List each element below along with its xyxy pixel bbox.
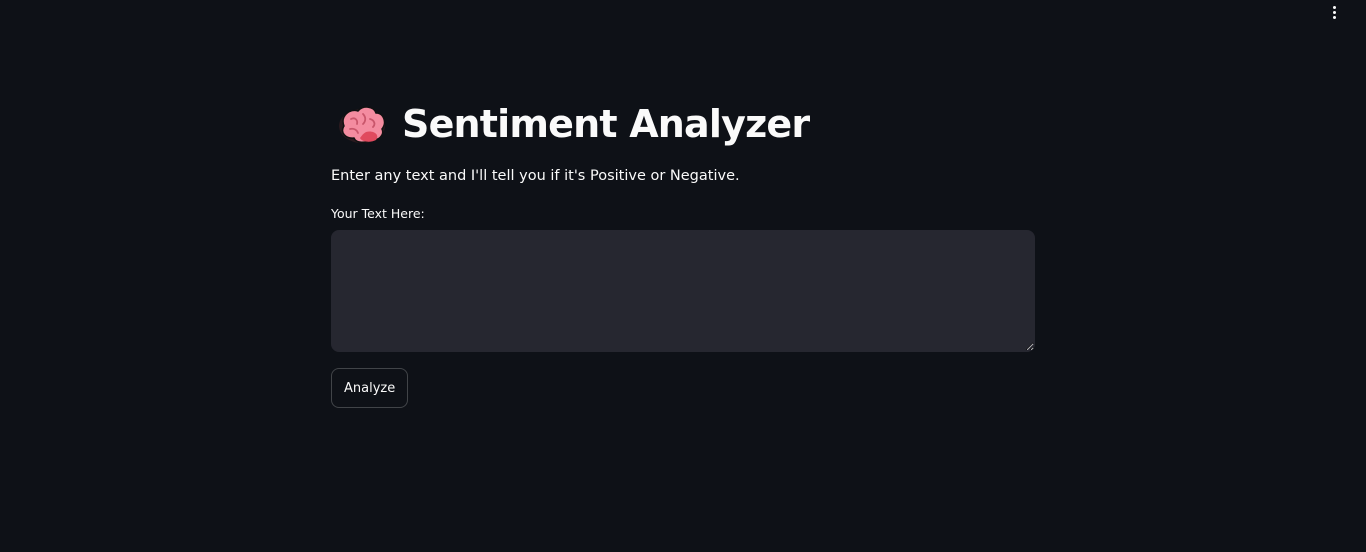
- text-input[interactable]: [331, 230, 1035, 352]
- text-input-label: Your Text Here:: [331, 206, 425, 221]
- page-title: Sentiment Analyzer: [402, 102, 810, 146]
- page-subtitle: Enter any text and I'll tell you if it's…: [331, 168, 740, 184]
- menu-dot: [1332, 10, 1336, 14]
- main-menu-button[interactable]: [1320, 0, 1348, 24]
- menu-dot: [1332, 5, 1336, 9]
- app-root: Sentiment Analyzer Enter any text and I'…: [0, 0, 1366, 552]
- analyze-button[interactable]: Analyze: [331, 368, 409, 408]
- brain-icon: [339, 106, 386, 143]
- main-content: Sentiment Analyzer Enter any text and I'…: [331, 96, 1035, 408]
- title-row: Sentiment Analyzer: [331, 96, 1035, 152]
- menu-dot: [1332, 15, 1336, 19]
